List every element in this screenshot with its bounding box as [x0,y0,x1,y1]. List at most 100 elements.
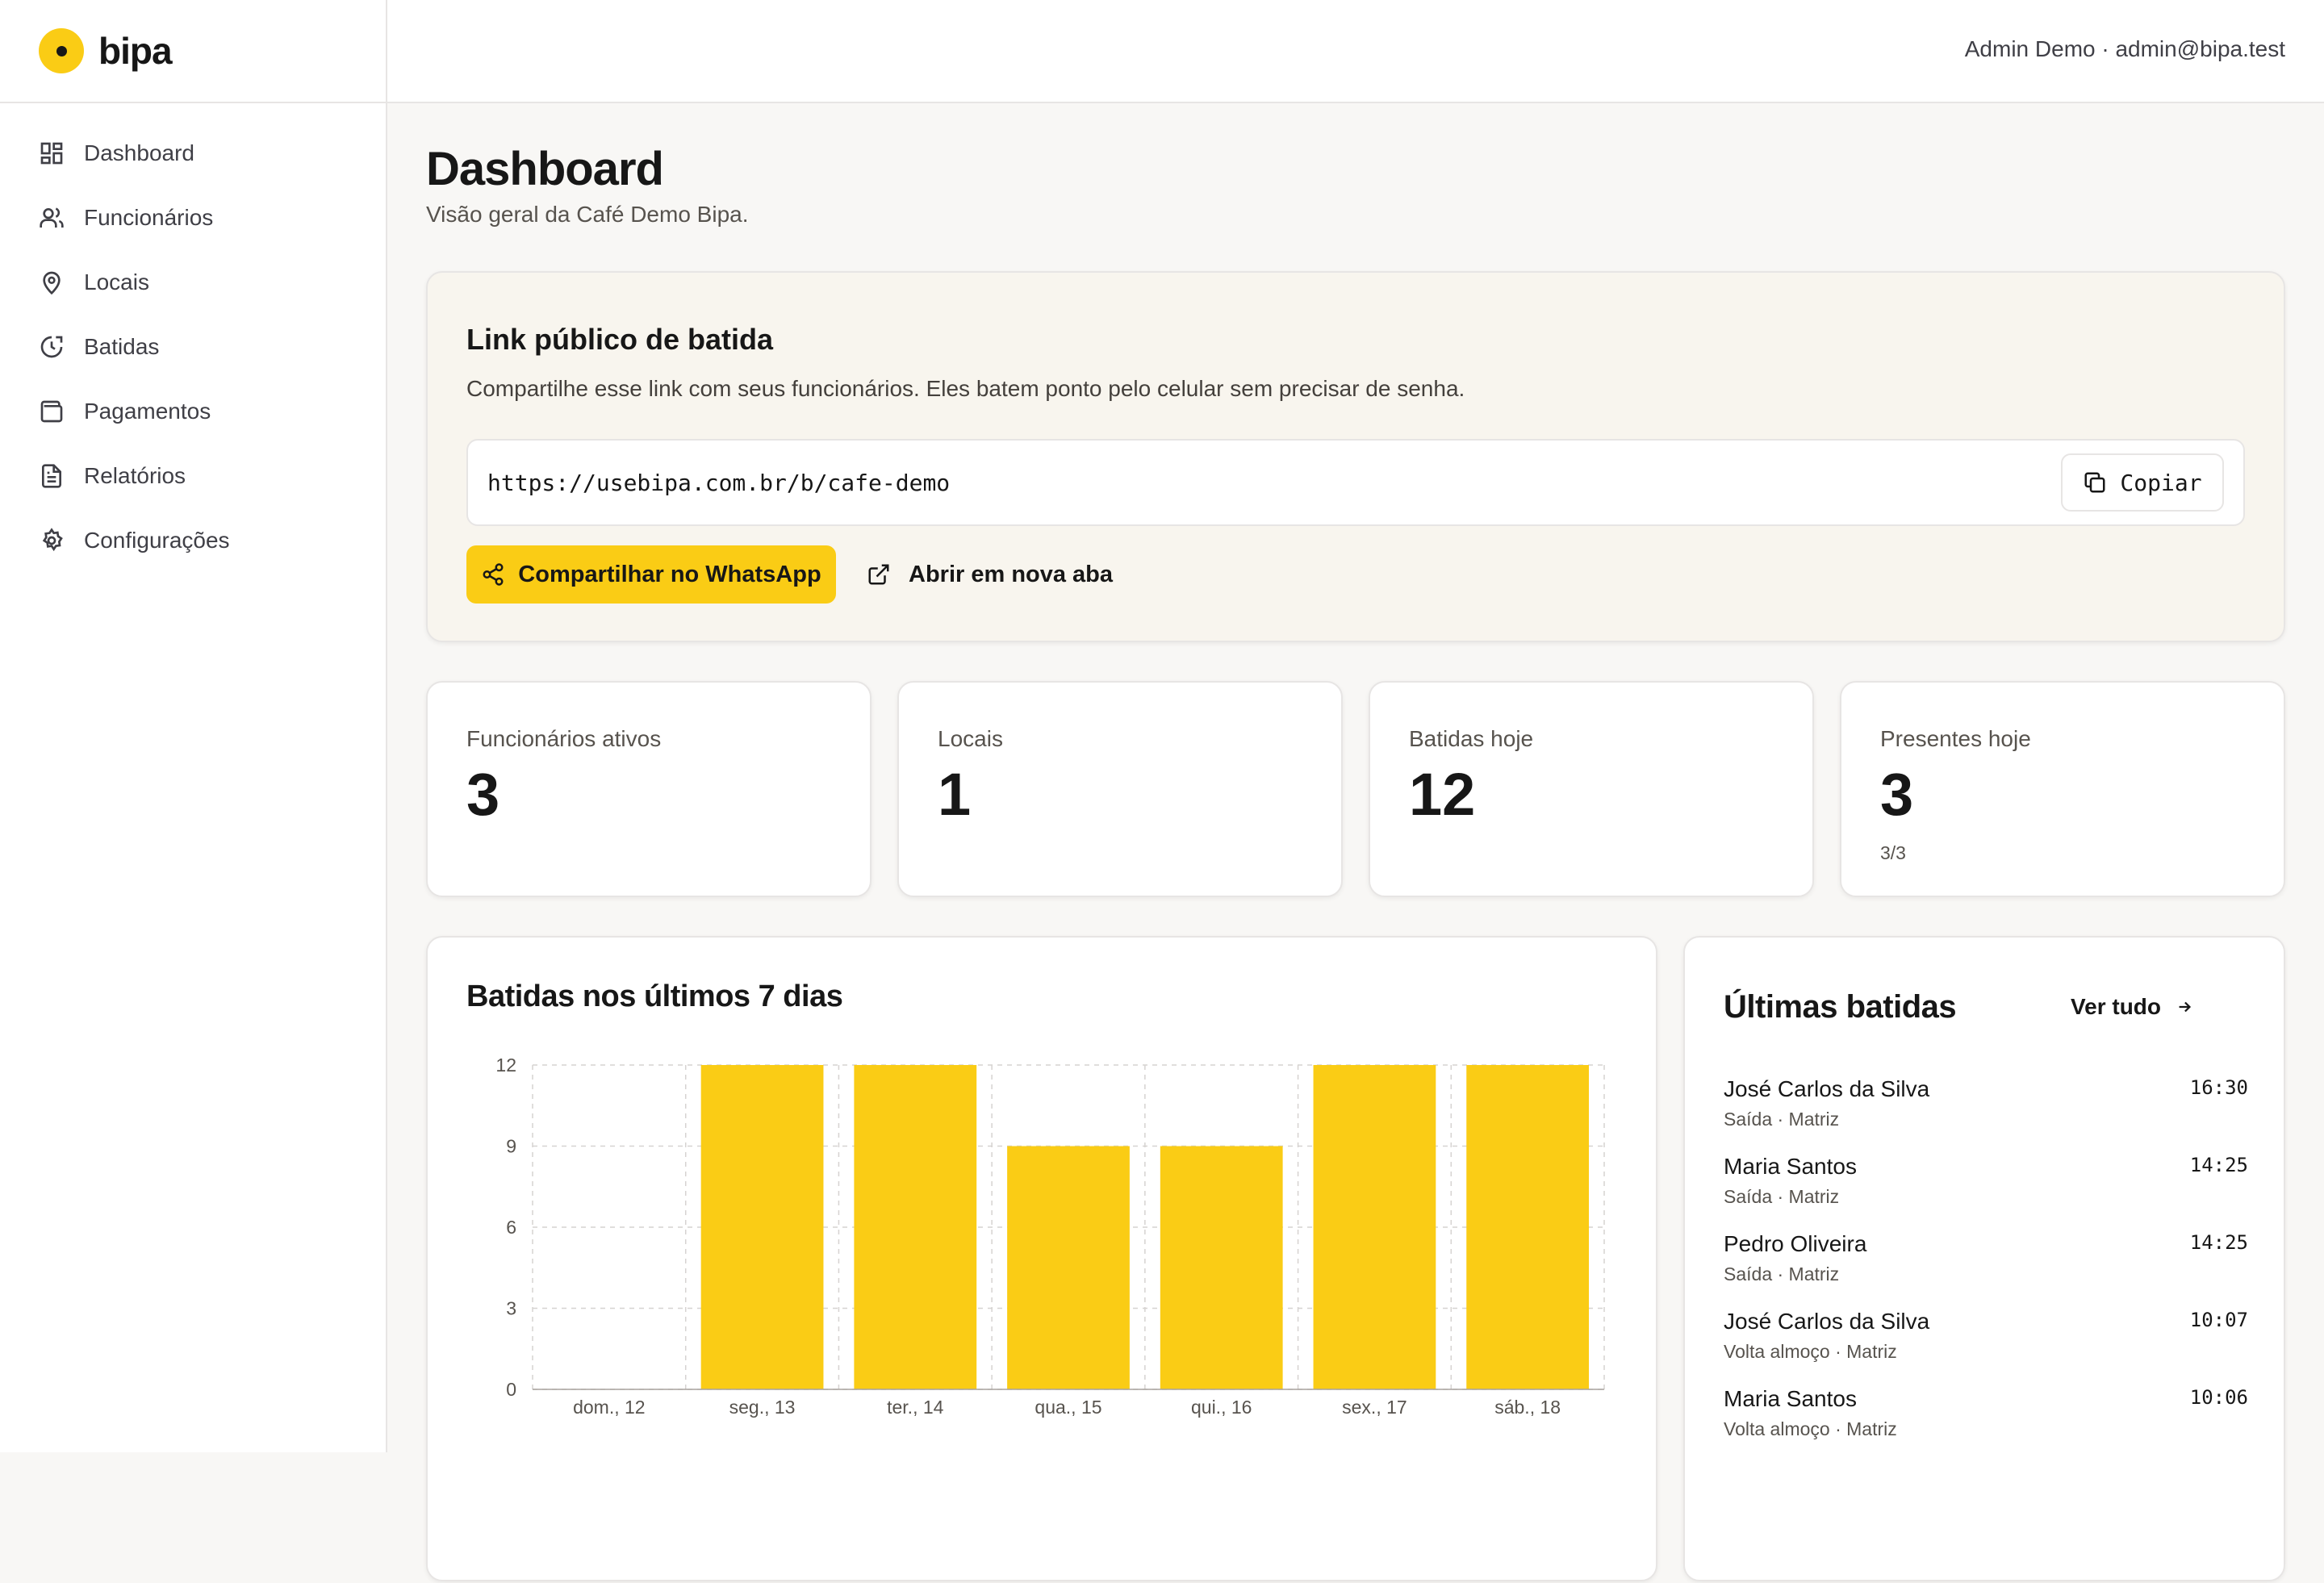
sidebar-item-label: Relatórios [84,463,186,488]
sidebar-item-relatorios[interactable]: Relatórios [0,444,386,508]
recent-title: Últimas batidas [1724,989,1957,1025]
punch-meta: Saída · Matriz [1724,1186,1840,1207]
map-pin-icon [43,271,61,295]
x-tick-label: ter., 14 [887,1397,944,1418]
external-link-icon [868,564,889,585]
list-item[interactable]: Maria Santos Saída · Matriz 14:25 [1724,1154,2248,1226]
share-whatsapp-button[interactable]: Compartilhar no WhatsApp [466,545,836,604]
sidebar-item-funcionarios[interactable]: Funcionários [0,186,386,250]
open-new-tab-label: Abrir em nova aba [909,561,1114,587]
sidebar-item-label: Funcionários [84,205,214,230]
user-info[interactable]: Admin Demo · admin@bipa.test [1965,36,2285,62]
page-subtitle: Visão geral da Café Demo Bipa. [426,202,749,227]
sidebar-item-label: Locais [84,269,149,294]
punch-meta: Saída · Matriz [1724,1263,1840,1284]
punch-time: 14:25 [2189,1231,2248,1254]
list-item[interactable]: José Carlos da Silva Saída · Matriz 16:3… [1724,1076,2248,1149]
users-icon [40,207,64,228]
bar [854,1065,977,1389]
bar [1160,1146,1283,1389]
bar-chart: 0 3 6 9 12 dom., 12 seg., 13 ter., 14 qua., 15 qu… [495,1055,1605,1418]
sidebar-item-label: Configurações [84,528,230,553]
sidebar-nav: Dashboard Funcionários Locais Batidas Pa… [0,103,386,573]
public-url-field[interactable]: https://usebipa.com.br/b/cafe-demo Copia… [466,439,2245,526]
x-tick-label: dom., 12 [573,1397,646,1418]
stat-value: 1 [938,761,972,828]
y-tick-label: 0 [506,1379,516,1400]
punch-meta: Volta almoço · Matriz [1724,1341,1897,1362]
wallet-icon [40,400,63,423]
stat-value: 12 [1409,761,1476,828]
x-tick-label: sex., 17 [1342,1397,1407,1418]
chart-card: Batidas nos últimos 7 dias 0 3 6 9 12 dom., 1… [426,936,1657,1581]
employee-name: Maria Santos [1724,1154,1857,1179]
bar [700,1065,824,1389]
stat-card-locais: Locais 1 [897,681,1343,897]
view-all-link[interactable]: Ver tudo [2071,994,2193,1020]
list-item[interactable]: Pedro Oliveira Saída · Matriz 14:25 [1724,1231,2248,1304]
sidebar-item-locais[interactable]: Locais [0,250,386,315]
sidebar-item-dashboard[interactable]: Dashboard [0,121,386,186]
stat-label: Locais [938,726,1003,751]
list-item[interactable]: Maria Santos Volta almoço · Matriz 10:06 [1724,1386,2248,1459]
header: Admin Demo · admin@bipa.test [387,0,2324,103]
gear-icon [42,528,63,552]
link-card-title: Link público de batida [466,323,774,356]
stat-sub: 3/3 [1880,842,1906,863]
x-tick-label: qua., 15 [1035,1397,1101,1418]
logo[interactable]: bipa [0,0,386,103]
y-tick-label: 3 [506,1298,516,1319]
clock-icon [40,336,63,358]
sidebar-item-label: Batidas [84,334,160,359]
view-all-label: Ver tudo [2071,994,2162,1019]
sidebar-item-pagamentos[interactable]: Pagamentos [0,379,386,444]
dashboard-icon [40,142,63,165]
employee-name: José Carlos da Silva [1724,1076,1930,1101]
punch-time: 14:25 [2189,1154,2248,1176]
sidebar-item-configuracoes[interactable]: Configurações [0,508,386,573]
stat-label: Funcionários ativos [466,726,662,751]
stat-card-batidas-hoje: Batidas hoje 12 [1369,681,1814,897]
sidebar: bipa Dashboard Funcionários Locais Batid… [0,0,387,1452]
public-link-card: Link público de batida Compartilhe esse … [426,271,2285,642]
list-item[interactable]: José Carlos da Silva Volta almoço · Matr… [1724,1309,2248,1381]
punch-time: 10:07 [2189,1309,2248,1331]
y-tick-label: 9 [506,1136,516,1157]
share-whatsapp-label: Compartilhar no WhatsApp [518,561,821,587]
file-text-icon [42,464,61,488]
employee-name: Pedro Oliveira [1724,1231,1867,1256]
punch-time: 16:30 [2189,1076,2248,1099]
sidebar-item-label: Dashboard [84,140,194,165]
brand-name: bipa [98,30,173,72]
x-tick-label: seg., 13 [729,1397,796,1418]
sidebar-item-batidas[interactable]: Batidas [0,315,386,379]
share-icon [483,563,504,586]
punch-meta: Saída · Matriz [1724,1109,1840,1130]
stat-value: 3 [1880,761,1914,828]
link-card-description: Compartilhe esse link com seus funcionár… [466,376,1465,401]
y-tick-label: 12 [495,1055,516,1076]
page-title: Dashboard [426,143,664,195]
copy-button[interactable]: Copiar [2061,453,2224,512]
stat-card-funcionarios: Funcionários ativos 3 [426,681,872,897]
sidebar-item-label: Pagamentos [84,399,211,424]
punch-meta: Volta almoço · Matriz [1724,1418,1897,1439]
employee-name: José Carlos da Silva [1724,1309,1930,1334]
stat-value: 3 [466,761,500,828]
punch-time: 10:06 [2189,1386,2248,1409]
open-new-tab-button[interactable]: Abrir em nova aba [867,545,1113,604]
stat-label: Presentes hoje [1880,726,2031,751]
bar [1466,1065,1590,1389]
stat-card-presentes-hoje: Presentes hoje 3 3/3 [1840,681,2285,897]
recent-punches-card: Últimas batidas Ver tudo José Carlos da … [1683,936,2285,1581]
copy-button-label: Copiar [2120,469,2202,496]
bar [1007,1146,1130,1389]
bar [1313,1065,1436,1389]
copy-icon [2084,472,2105,493]
bipa-logo-icon [39,28,84,73]
arrow-right-icon [2179,1001,2192,1013]
x-tick-label: sáb., 18 [1494,1397,1561,1418]
public-url-text[interactable]: https://usebipa.com.br/b/cafe-demo [487,470,950,496]
y-tick-label: 6 [506,1217,516,1238]
employee-name: Maria Santos [1724,1386,1857,1411]
